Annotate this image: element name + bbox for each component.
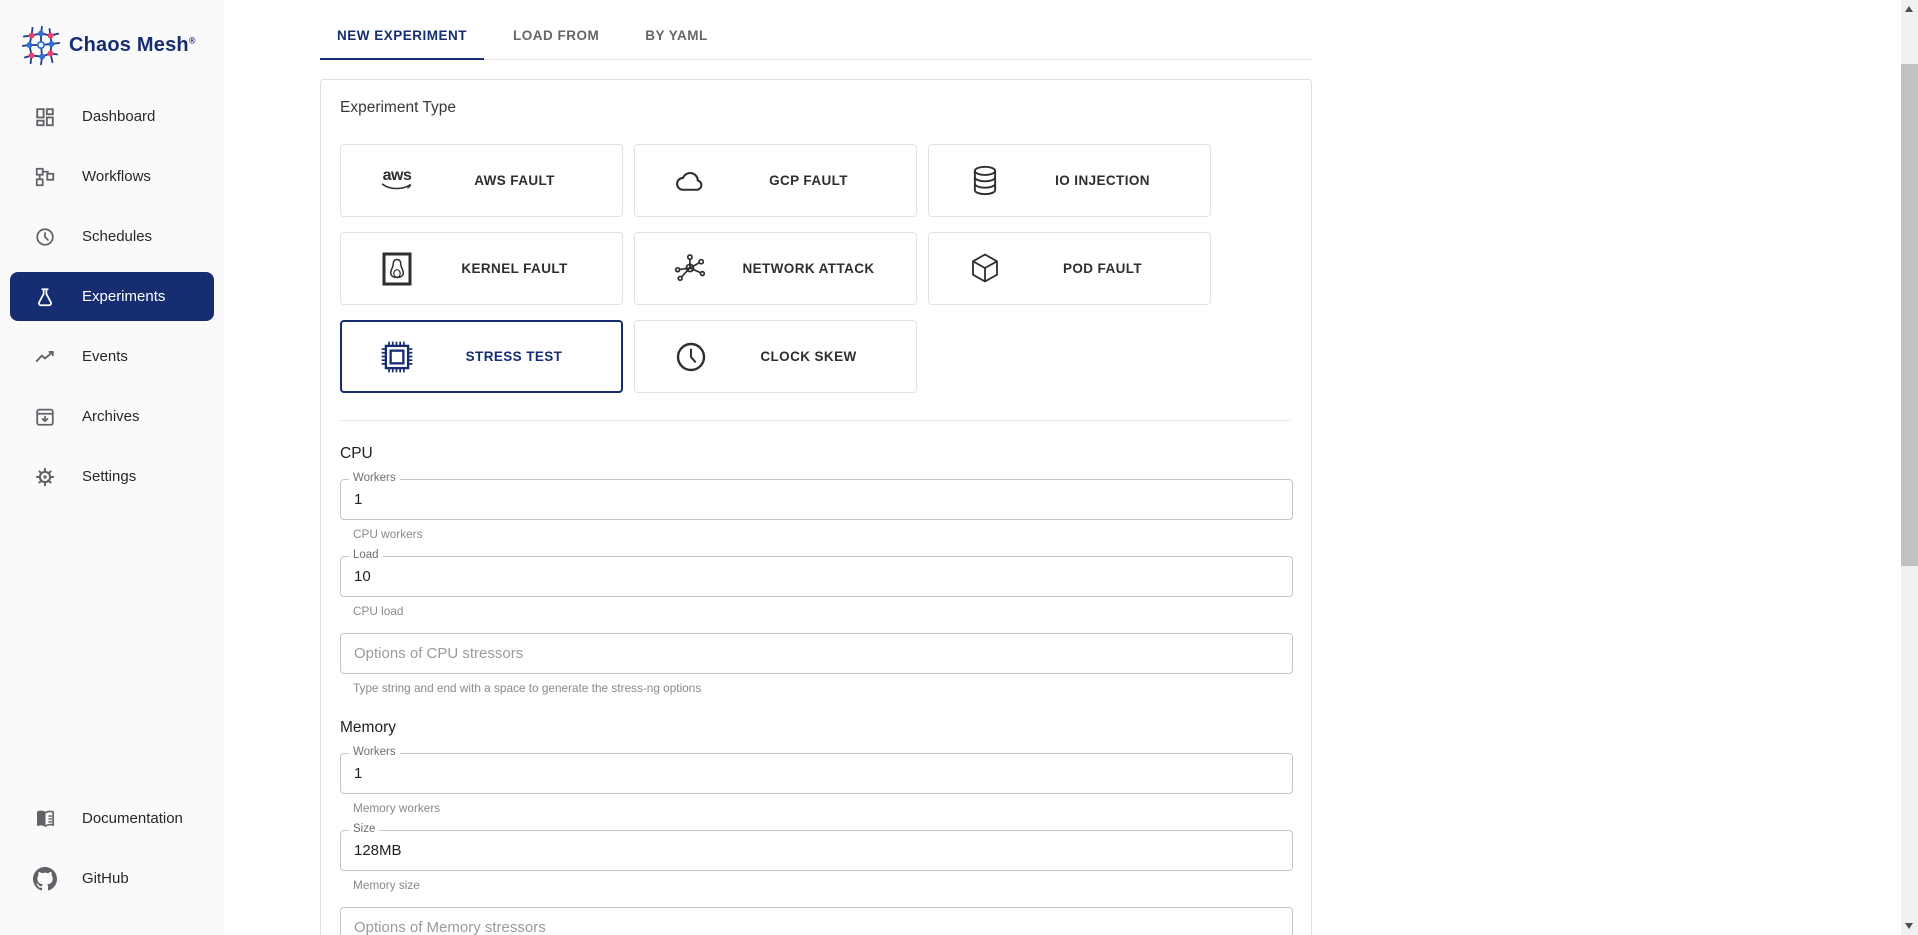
experiment-type-gcp-fault[interactable]: GCP FAULT bbox=[634, 144, 917, 217]
memory-heading: Memory bbox=[340, 719, 1291, 737]
memory-workers-field: Workers bbox=[340, 753, 1291, 794]
linux-penguin-icon bbox=[373, 252, 421, 286]
github-icon bbox=[33, 867, 57, 891]
experiment-type-io-injection[interactable]: IO INJECTION bbox=[928, 144, 1211, 217]
database-icon bbox=[961, 165, 1009, 197]
memory-options-field bbox=[340, 907, 1291, 935]
trend-line-icon bbox=[33, 345, 57, 369]
sidebar-item-events[interactable]: Events bbox=[10, 332, 214, 381]
sidebar-item-archives[interactable]: Archives bbox=[10, 392, 214, 441]
cpu-load-input[interactable] bbox=[340, 556, 1293, 597]
memory-size-helper: Memory size bbox=[353, 878, 1291, 892]
tab-by-yaml[interactable]: BY YAML bbox=[628, 12, 725, 59]
tab-label: LOAD FROM bbox=[513, 28, 599, 43]
sidebar-item-label: Archives bbox=[82, 408, 140, 425]
cpu-load-helper: CPU load bbox=[353, 604, 1291, 618]
sidebar-item-label: GitHub bbox=[82, 870, 129, 887]
scrollbar-track[interactable] bbox=[1901, 0, 1918, 935]
chaos-mesh-logo[interactable]: Chaos Mesh® bbox=[0, 0, 224, 84]
section-divider bbox=[340, 420, 1291, 421]
sidebar-item-label: Events bbox=[82, 348, 128, 365]
tab-load-from[interactable]: LOAD FROM bbox=[496, 12, 616, 59]
cpu-load-label: Load bbox=[349, 549, 383, 562]
cpu-workers-field: Workers bbox=[340, 479, 1291, 520]
cpu-options-field bbox=[340, 633, 1291, 674]
sidebar-item-label: Workflows bbox=[82, 168, 151, 185]
sidebar-item-workflows[interactable]: Workflows bbox=[10, 152, 214, 201]
book-icon bbox=[33, 807, 57, 831]
sidebar-item-github[interactable]: GitHub bbox=[10, 854, 214, 903]
main-content: NEW EXPERIMENT LOAD FROM BY YAML Experim… bbox=[224, 0, 1918, 935]
sidebar-item-label: Documentation bbox=[82, 810, 183, 827]
scroll-up-arrow-icon[interactable] bbox=[1905, 6, 1913, 12]
new-experiment-card: Experiment Type aws AWS FAULT bbox=[320, 79, 1312, 935]
sidebar-footer: Documentation GitHub bbox=[0, 794, 224, 935]
cpu-workers-helper: CPU workers bbox=[353, 527, 1291, 541]
memory-size-field: Size bbox=[340, 830, 1291, 871]
experiment-type-aws-fault[interactable]: aws AWS FAULT bbox=[340, 144, 623, 217]
experiment-type-clock-skew[interactable]: CLOCK SKEW bbox=[634, 320, 917, 393]
memory-size-label: Size bbox=[349, 823, 379, 836]
app: Chaos Mesh® Dashboard bbox=[0, 0, 1918, 935]
tab-new-experiment[interactable]: NEW EXPERIMENT bbox=[320, 12, 484, 59]
sidebar-item-settings[interactable]: Settings bbox=[10, 452, 214, 501]
sidebar: Chaos Mesh® Dashboard bbox=[0, 0, 224, 935]
experiment-type-kernel-fault[interactable]: KERNEL FAULT bbox=[340, 232, 623, 305]
tab-label: NEW EXPERIMENT bbox=[337, 28, 467, 43]
experiment-type-heading: Experiment Type bbox=[340, 99, 1291, 117]
sidebar-item-label: Schedules bbox=[82, 228, 152, 245]
sidebar-nav: Dashboard Workflows Schedules bbox=[0, 92, 224, 512]
cube-icon bbox=[961, 252, 1009, 286]
cpu-heading: CPU bbox=[340, 445, 1291, 463]
archive-icon bbox=[33, 405, 57, 429]
workflows-icon bbox=[33, 165, 57, 189]
tab-label: BY YAML bbox=[645, 28, 708, 43]
experiment-type-network-attack[interactable]: NETWORK ATTACK bbox=[634, 232, 917, 305]
cpu-load-field: Load bbox=[340, 556, 1291, 597]
flask-icon bbox=[33, 285, 57, 309]
cpu-chip-icon bbox=[373, 339, 421, 375]
scrollbar-thumb[interactable] bbox=[1901, 64, 1918, 566]
clock-skew-icon bbox=[667, 340, 715, 374]
experiment-type-pod-fault[interactable]: POD FAULT bbox=[928, 232, 1211, 305]
experiment-type-stress-test[interactable]: STRESS TEST bbox=[340, 320, 623, 393]
memory-workers-input[interactable] bbox=[340, 753, 1293, 794]
cloud-icon bbox=[667, 167, 715, 195]
cpu-workers-label: Workers bbox=[349, 472, 400, 485]
cpu-options-helper: Type string and end with a space to gene… bbox=[353, 681, 1291, 695]
sidebar-item-label: Settings bbox=[82, 468, 136, 485]
chaos-mesh-logo-icon bbox=[20, 24, 62, 66]
sidebar-item-experiments[interactable]: Experiments bbox=[10, 272, 214, 321]
dashboard-icon bbox=[33, 105, 57, 129]
sidebar-item-documentation[interactable]: Documentation bbox=[10, 794, 214, 843]
memory-size-input[interactable] bbox=[340, 830, 1293, 871]
cpu-workers-input[interactable] bbox=[340, 479, 1293, 520]
sidebar-item-schedules[interactable]: Schedules bbox=[10, 212, 214, 261]
cpu-options-input[interactable] bbox=[340, 633, 1293, 674]
brand-name: Chaos Mesh® bbox=[69, 34, 196, 57]
scroll-down-arrow-icon[interactable] bbox=[1905, 923, 1913, 929]
tab-bar: NEW EXPERIMENT LOAD FROM BY YAML bbox=[320, 12, 1312, 60]
memory-workers-helper: Memory workers bbox=[353, 801, 1291, 815]
memory-workers-label: Workers bbox=[349, 746, 400, 759]
sidebar-item-label: Dashboard bbox=[82, 108, 155, 125]
sidebar-item-label: Experiments bbox=[82, 288, 165, 305]
gear-icon bbox=[33, 465, 57, 489]
clock-icon bbox=[33, 225, 57, 249]
memory-options-input[interactable] bbox=[340, 907, 1293, 935]
sidebar-item-dashboard[interactable]: Dashboard bbox=[10, 92, 214, 141]
network-nodes-icon bbox=[667, 252, 715, 286]
aws-icon: aws bbox=[373, 170, 421, 192]
experiment-type-grid: aws AWS FAULT GCP FAU bbox=[340, 144, 1220, 393]
